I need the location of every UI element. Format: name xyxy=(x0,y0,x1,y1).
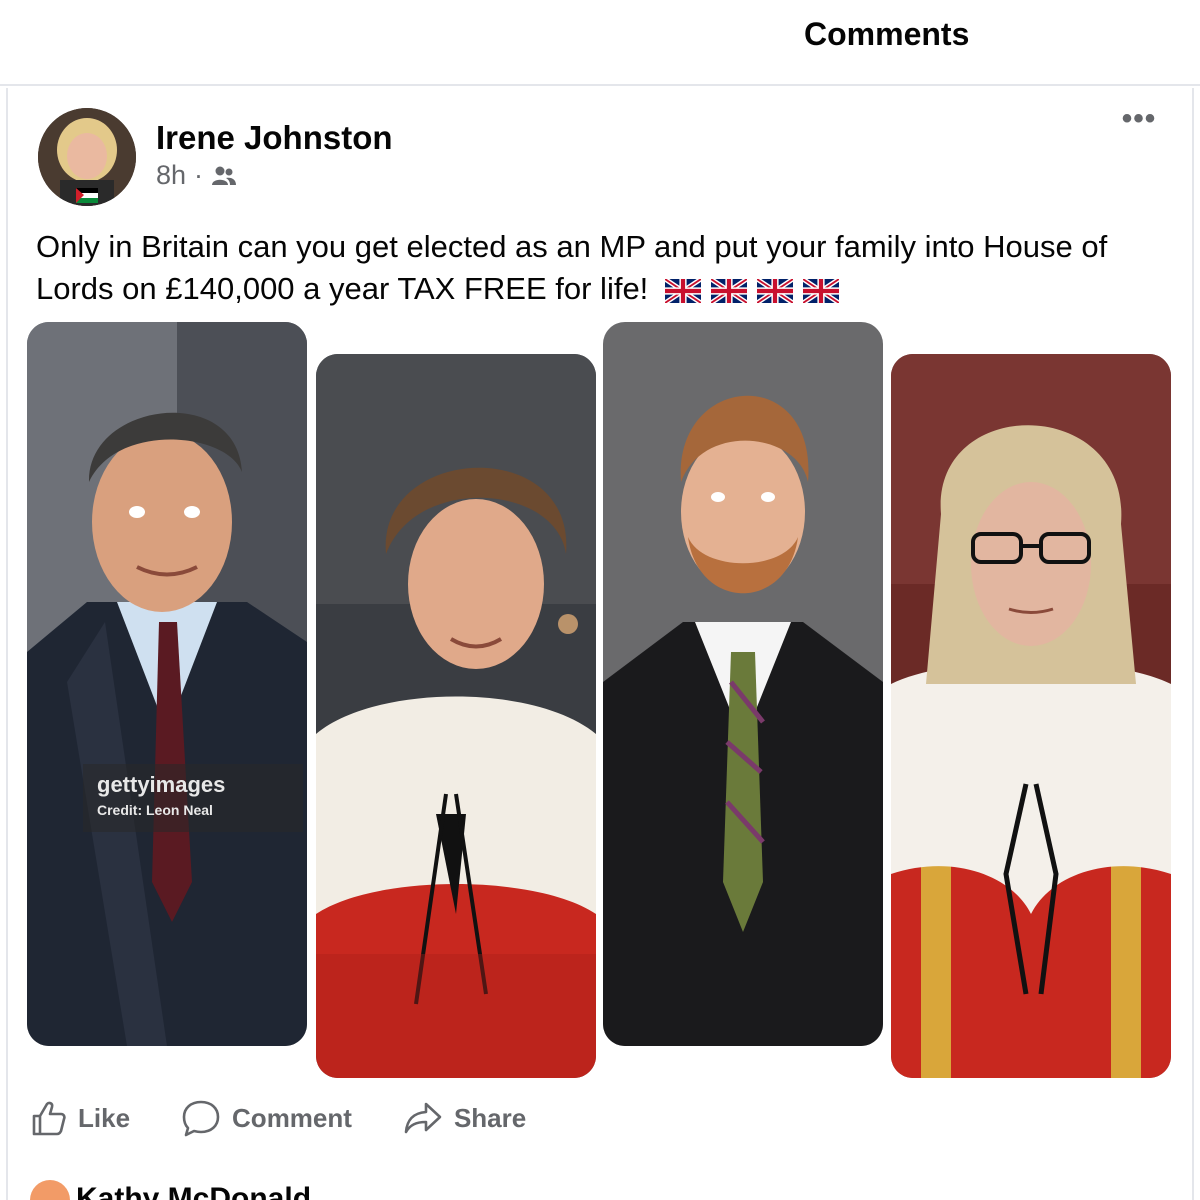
watermark-brand: gettyimages xyxy=(97,772,226,797)
getty-watermark: gettyimages Credit: Leon Neal xyxy=(83,764,303,832)
uk-flag-icon xyxy=(756,279,793,303)
uk-flag-icon xyxy=(802,279,839,303)
like-icon xyxy=(32,1101,66,1136)
like-label: Like xyxy=(78,1102,131,1133)
comment-preview[interactable]: Kathy McDonald xyxy=(30,1180,730,1200)
share-label: Share xyxy=(453,1102,527,1133)
flag-emojis xyxy=(664,279,839,303)
uk-flag-icon xyxy=(710,279,747,303)
author-avatar[interactable] xyxy=(38,108,136,206)
share-icon xyxy=(404,1102,442,1134)
photo-young-man-tartan xyxy=(603,322,883,1046)
post-image-4[interactable] xyxy=(891,354,1171,1078)
post-image-1[interactable]: gettyimages Credit: Leon Neal xyxy=(27,322,307,1046)
comment-label: Comment xyxy=(232,1102,352,1133)
watermark-credit: Credit: Leon Neal xyxy=(97,802,213,818)
share-button[interactable]: Share xyxy=(402,1098,526,1138)
more-options-icon[interactable]: ••• xyxy=(1116,104,1162,142)
post-time[interactable]: 8h xyxy=(156,160,186,191)
post-body: Only in Britain can you get elected as a… xyxy=(36,229,1108,306)
comment-icon xyxy=(182,1100,220,1137)
like-button[interactable]: Like xyxy=(28,1098,130,1138)
post-card: ••• Irene Johnston 8h · Only in Britain … xyxy=(6,88,1194,1200)
photo-woman-robe xyxy=(316,354,596,1078)
page-title: Comments xyxy=(804,16,970,52)
uk-flag-icon xyxy=(664,279,701,303)
commenter-name[interactable]: Kathy McDonald xyxy=(76,1182,311,1200)
avatar-image xyxy=(38,108,136,206)
photo-man-suit xyxy=(27,322,307,1046)
post-image-2[interactable] xyxy=(316,354,596,1078)
post-text: Only in Britain can you get elected as a… xyxy=(36,226,1176,310)
top-bar: Comments xyxy=(0,0,1200,86)
post-actions: Like Comment Share xyxy=(28,1088,1168,1148)
commenter-avatar[interactable] xyxy=(30,1180,70,1200)
meta-separator: · xyxy=(194,160,204,190)
photo-woman-glasses-robe xyxy=(891,354,1171,1078)
post-image-3[interactable] xyxy=(603,322,883,1046)
comment-button[interactable]: Comment xyxy=(180,1098,352,1138)
author-name[interactable]: Irene Johnston xyxy=(156,119,393,157)
post-meta: 8h · xyxy=(156,160,237,191)
friends-icon xyxy=(212,166,237,185)
